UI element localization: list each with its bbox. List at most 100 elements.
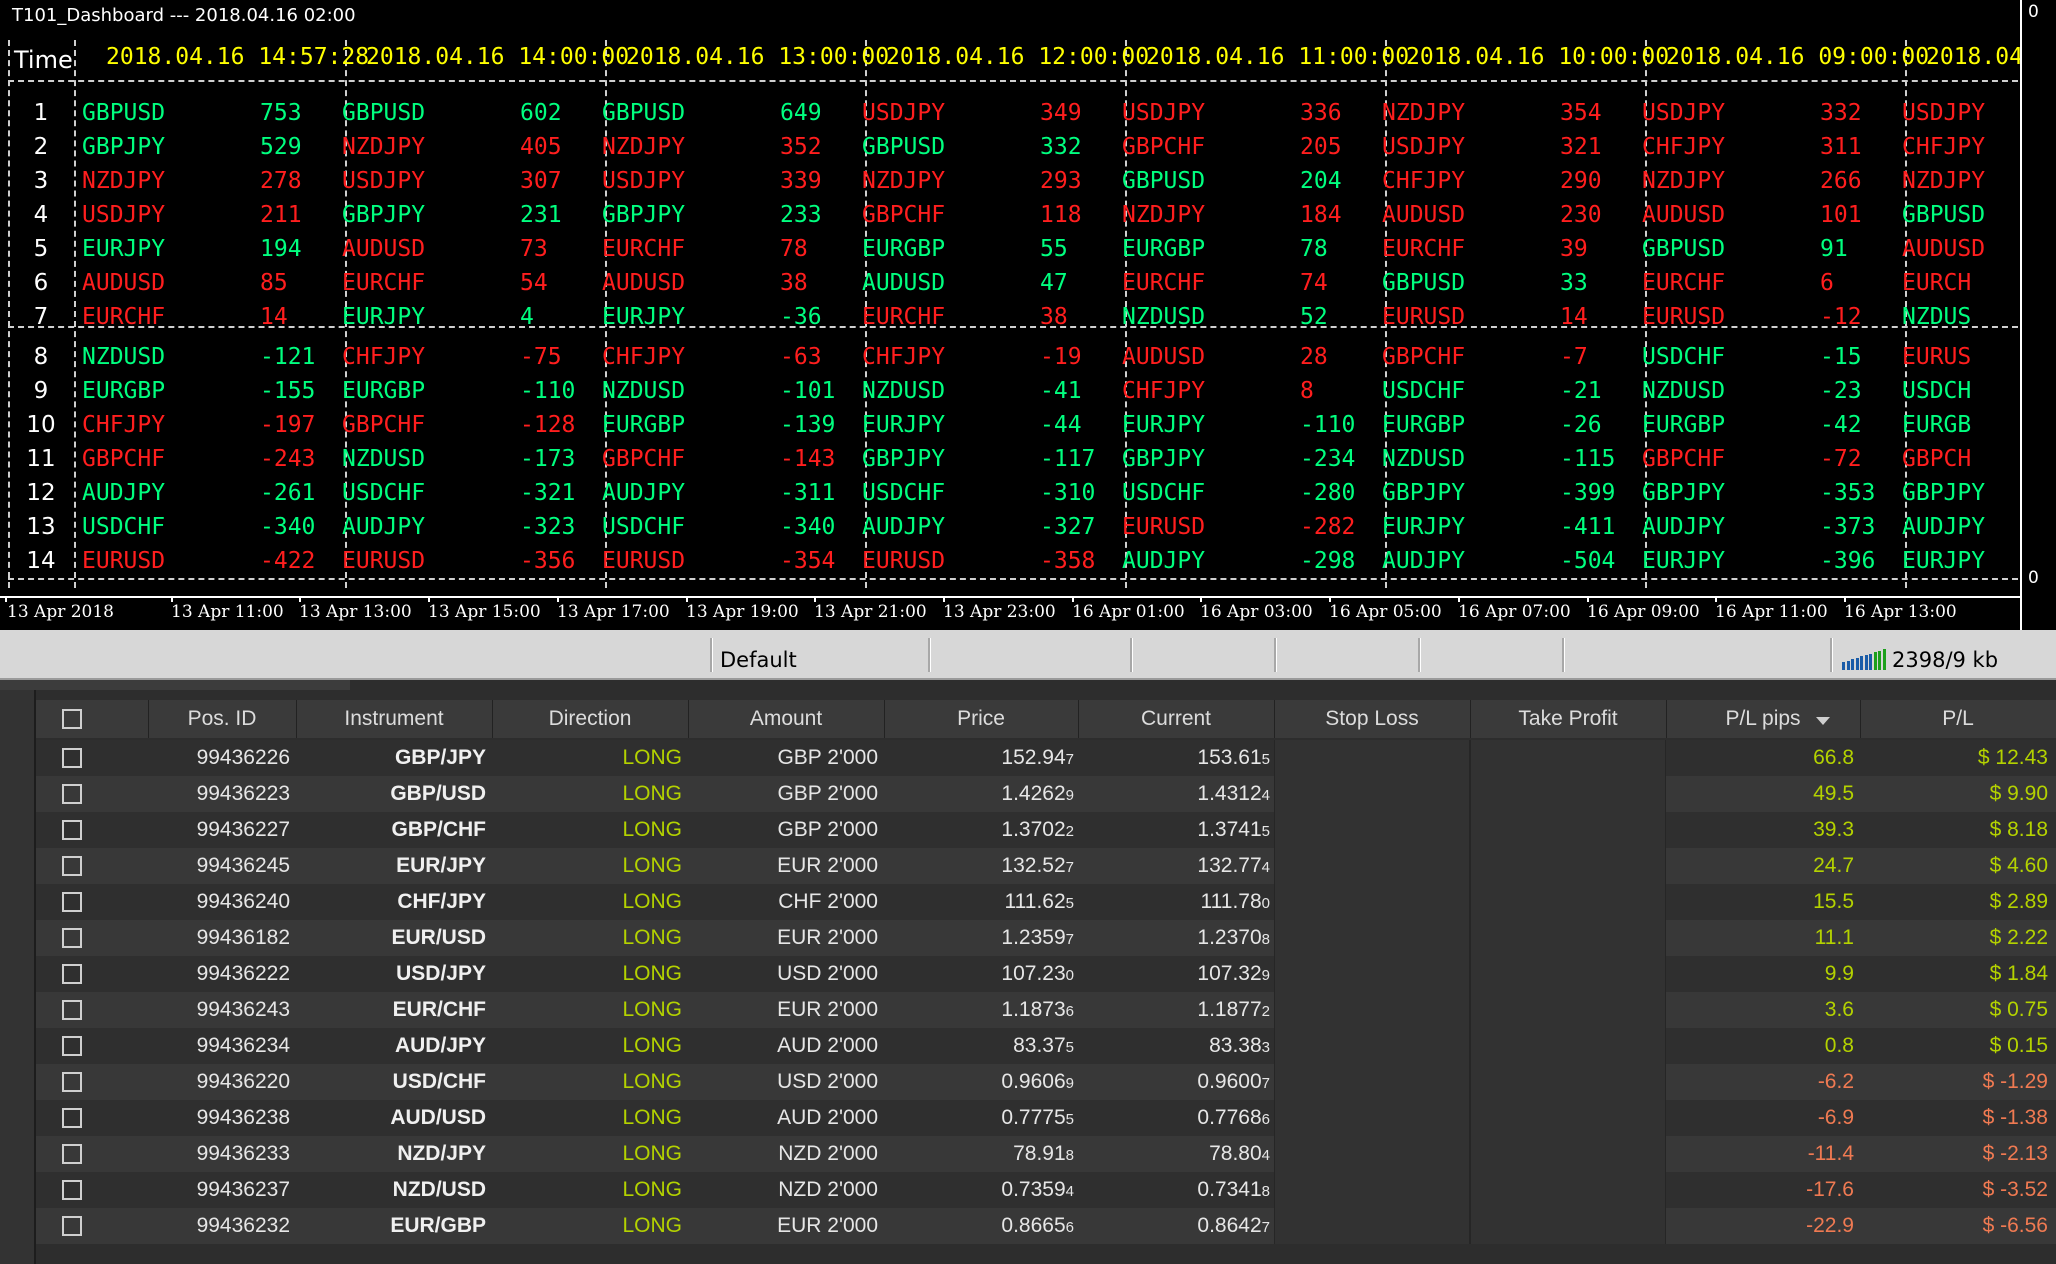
row-checkbox[interactable]	[62, 1180, 82, 1200]
take-profit-cell[interactable]	[1470, 884, 1666, 920]
dash-pair: GBPJPY	[602, 202, 686, 228]
price-pipette: 6	[1065, 1003, 1074, 1020]
dash-pair: EURJPY	[82, 236, 166, 262]
table-row[interactable]: 99436223 GBP/USD LONG GBP 2'000 1.42629 1.431…	[36, 776, 2056, 812]
take-profit-cell[interactable]	[1470, 848, 1666, 884]
price-scale[interactable]: 0 0	[2020, 0, 2056, 630]
stop-loss-cell[interactable]	[1274, 1136, 1470, 1172]
row-checkbox[interactable]	[62, 964, 82, 984]
stop-loss-cell[interactable]	[1274, 1208, 1470, 1244]
stop-loss-cell[interactable]	[1274, 1028, 1470, 1064]
pl-pips: -22.9	[1806, 1214, 1854, 1237]
stop-loss-cell[interactable]	[1274, 884, 1470, 920]
dash-pair: GBPUSD	[1642, 236, 1726, 262]
row-checkbox[interactable]	[62, 892, 82, 912]
stop-loss-cell[interactable]	[1274, 1064, 1470, 1100]
price-pipette: 7	[1065, 859, 1074, 876]
take-profit-cell[interactable]	[1470, 992, 1666, 1028]
header-pos-id[interactable]: Pos. ID	[148, 700, 297, 738]
current-price: 78.804	[1078, 1136, 1270, 1172]
header-amount[interactable]: Amount	[688, 700, 885, 738]
price-pipette: 7	[1065, 931, 1074, 948]
header-pl[interactable]: P/L	[1860, 700, 2056, 738]
row-checkbox[interactable]	[62, 1144, 82, 1164]
table-row[interactable]: 99436220 USD/CHF LONG USD 2'000 0.96069 0.960…	[36, 1064, 2056, 1100]
rank-number: 2	[33, 134, 49, 160]
amount: USD 2'000	[777, 1070, 878, 1093]
stop-loss-cell[interactable]	[1274, 812, 1470, 848]
take-profit-cell[interactable]	[1470, 1028, 1666, 1064]
dash-pair: GBPJPY	[342, 202, 426, 228]
status-profile[interactable]: Default	[720, 648, 797, 672]
take-profit-cell[interactable]	[1470, 776, 1666, 812]
dash-pair: AUDJPY	[1642, 514, 1726, 540]
dash-pair: EURUSD	[1382, 304, 1466, 330]
take-profit-cell[interactable]	[1470, 920, 1666, 956]
pos-id: 99436220	[196, 1070, 290, 1093]
dash-value: -128	[520, 412, 576, 438]
row-checkbox[interactable]	[62, 820, 82, 840]
table-row[interactable]: 99436234 AUD/JPY LONG AUD 2'000 83.375 83.383…	[36, 1028, 2056, 1064]
stop-loss-cell[interactable]	[1274, 776, 1470, 812]
take-profit-cell[interactable]	[1470, 740, 1666, 776]
header-instrument[interactable]: Instrument	[296, 700, 493, 738]
header-pl-pips[interactable]: P/L pips	[1666, 700, 1861, 738]
take-profit-cell[interactable]	[1470, 1136, 1666, 1172]
row-checkbox[interactable]	[62, 784, 82, 804]
table-row[interactable]: 99436237 NZD/USD LONG NZD 2'000 0.73594 0.734…	[36, 1172, 2056, 1208]
take-profit-cell[interactable]	[1470, 812, 1666, 848]
table-row[interactable]: 99436233 NZD/JPY LONG NZD 2'000 78.918 78.804…	[36, 1136, 2056, 1172]
dash-value: -21	[1560, 378, 1602, 404]
take-profit-cell[interactable]	[1470, 1100, 1666, 1136]
dash-value: -280	[1300, 480, 1356, 506]
header-direction[interactable]: Direction	[492, 700, 689, 738]
header-current[interactable]: Current	[1078, 700, 1275, 738]
table-row[interactable]: 99436232 EUR/GBP LONG EUR 2'000 0.86656 0.864…	[36, 1208, 2056, 1244]
stop-loss-cell[interactable]	[1274, 920, 1470, 956]
row-checkbox[interactable]	[62, 928, 82, 948]
row-checkbox[interactable]	[62, 1072, 82, 1092]
stop-loss-cell[interactable]	[1274, 992, 1470, 1028]
instrument: EUR/GBP	[390, 1214, 486, 1237]
chart-window[interactable]: T101_Dashboard --- 2018.04.16 02:00 Time…	[0, 0, 2020, 630]
row-checkbox[interactable]	[62, 1108, 82, 1128]
header-price[interactable]: Price	[884, 700, 1079, 738]
time-tick-label: 13 Apr 11:00	[171, 602, 284, 622]
row-checkbox[interactable]	[62, 748, 82, 768]
row-checkbox[interactable]	[62, 1216, 82, 1236]
row-checkbox[interactable]	[62, 1036, 82, 1056]
price: 0.77755	[884, 1100, 1074, 1136]
table-row[interactable]: 99436182 EUR/USD LONG EUR 2'000 1.23597 1.237…	[36, 920, 2056, 956]
stop-loss-cell[interactable]	[1274, 848, 1470, 884]
take-profit-cell[interactable]	[1470, 1208, 1666, 1244]
table-row[interactable]: 99436243 EUR/CHF LONG EUR 2'000 1.18736 1.187…	[36, 992, 2056, 1028]
table-row[interactable]: 99436240 CHF/JPY LONG CHF 2'000 111.625 111.7…	[36, 884, 2056, 920]
take-profit-cell[interactable]	[1470, 956, 1666, 992]
table-row[interactable]: 99436227 GBP/CHF LONG GBP 2'000 1.37022 1.374…	[36, 812, 2056, 848]
dash-value: 307	[520, 168, 562, 194]
row-checkbox[interactable]	[62, 856, 82, 876]
row-checkbox[interactable]	[62, 1000, 82, 1020]
select-all-checkbox[interactable]	[62, 709, 82, 729]
time-tick-label: 16 Apr 11:00	[1715, 602, 1828, 622]
stop-loss-cell[interactable]	[1274, 740, 1470, 776]
table-row[interactable]: 99436245 EUR/JPY LONG EUR 2'000 132.527 132.7…	[36, 848, 2056, 884]
take-profit-cell[interactable]	[1470, 1064, 1666, 1100]
price: 0.86656	[884, 1208, 1074, 1244]
dash-grid-line	[8, 40, 10, 588]
table-row[interactable]: 99436226 GBP/JPY LONG GBP 2'000 152.947 153.6…	[36, 740, 2056, 776]
dash-pair: EURCHF	[1382, 236, 1466, 262]
stop-loss-cell[interactable]	[1274, 1100, 1470, 1136]
take-profit-cell[interactable]	[1470, 1172, 1666, 1208]
dash-pair: EURJPY	[1642, 548, 1726, 574]
table-row[interactable]: 99436222 USD/JPY LONG USD 2'000 107.230 107.3…	[36, 956, 2056, 992]
header-take-profit[interactable]: Take Profit	[1470, 700, 1667, 738]
price: 83.375	[884, 1028, 1074, 1064]
stop-loss-cell[interactable]	[1274, 956, 1470, 992]
dash-pair: AUDUSD	[1122, 344, 1206, 370]
header-stop-loss[interactable]: Stop Loss	[1274, 700, 1471, 738]
dash-column-header: 2018.04.16 13:00:00	[626, 44, 890, 70]
stop-loss-cell[interactable]	[1274, 1172, 1470, 1208]
dash-pair: GBPUSD	[602, 100, 686, 126]
table-row[interactable]: 99436238 AUD/USD LONG AUD 2'000 0.77755 0.776…	[36, 1100, 2056, 1136]
